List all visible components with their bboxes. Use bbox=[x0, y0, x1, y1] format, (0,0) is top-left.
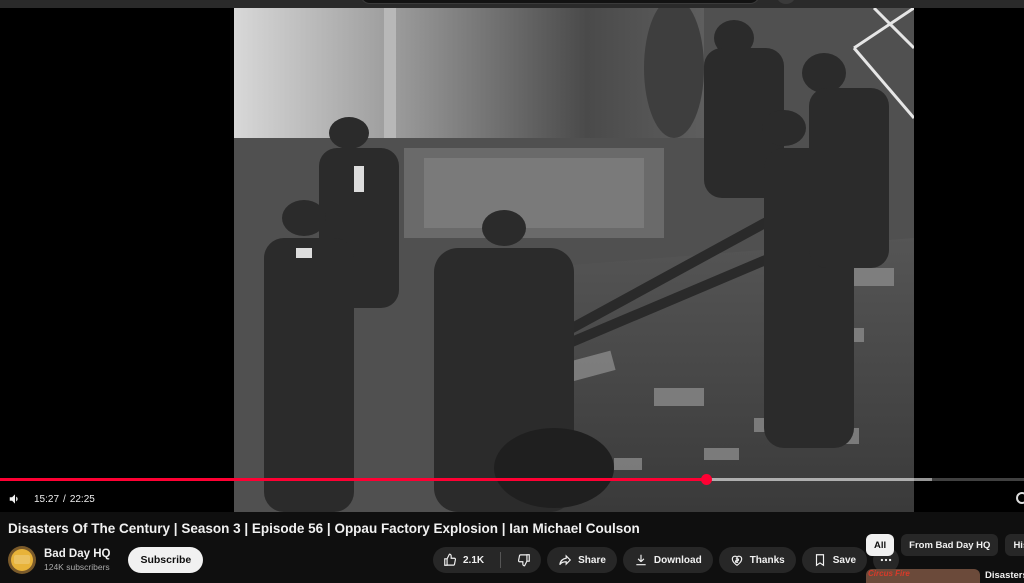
download-label: Download bbox=[653, 554, 702, 566]
scrubber-handle[interactable] bbox=[700, 474, 712, 485]
like-button[interactable]: 2.1K bbox=[433, 547, 494, 573]
subscribe-button[interactable]: Subscribe bbox=[128, 547, 204, 573]
share-button[interactable]: Share bbox=[547, 547, 617, 573]
voice-search-button[interactable] bbox=[776, 0, 796, 4]
chip-history[interactable]: Histo bbox=[1005, 534, 1024, 556]
search-box[interactable] bbox=[360, 0, 760, 4]
channel-name[interactable]: Bad Day HQ bbox=[44, 547, 110, 561]
duration: 22:25 bbox=[69, 493, 95, 505]
channel-meta: Bad Day HQ 124K subscribers bbox=[44, 547, 110, 573]
video-still-image bbox=[234, 8, 914, 512]
volume-icon[interactable] bbox=[4, 488, 26, 510]
thumbnail-text: Circus Fire bbox=[868, 569, 910, 578]
video-title: Disasters Of The Century | Season 3 | Ep… bbox=[8, 521, 640, 536]
video-frame[interactable] bbox=[234, 8, 914, 512]
like-dislike-group: 2.1K bbox=[433, 547, 542, 573]
progress-bar[interactable] bbox=[0, 474, 1024, 485]
save-label: Save bbox=[832, 554, 857, 566]
thumbs-down-icon bbox=[518, 554, 530, 567]
related-filter-chips: All From Bad Day HQ Histo bbox=[866, 534, 1024, 556]
like-divider bbox=[500, 552, 502, 568]
thanks-button[interactable]: Thanks bbox=[718, 547, 796, 573]
autoplay-toggle-icon[interactable] bbox=[1016, 492, 1024, 504]
thanks-label: Thanks bbox=[749, 554, 785, 566]
thanks-icon bbox=[731, 555, 742, 566]
dislike-button[interactable] bbox=[507, 547, 541, 573]
video-actions: 2.1K Share Download Thanks Save bbox=[433, 547, 900, 573]
masthead bbox=[0, 0, 1024, 8]
video-player[interactable]: 15:27 / 22:25 bbox=[0, 8, 1024, 512]
bookmark-icon bbox=[815, 554, 824, 567]
download-icon bbox=[636, 554, 646, 566]
subscriber-count: 124K subscribers bbox=[44, 562, 110, 572]
recommended-video-title[interactable]: Disasters bbox=[985, 570, 1024, 581]
download-button[interactable]: Download bbox=[622, 547, 713, 573]
like-count: 2.1K bbox=[463, 554, 485, 566]
progress-played bbox=[0, 478, 706, 481]
save-button[interactable]: Save bbox=[801, 547, 868, 573]
channel-avatar[interactable] bbox=[8, 546, 36, 574]
time-separator: / bbox=[63, 493, 66, 505]
player-controls: 15:27 / 22:25 bbox=[0, 486, 1024, 512]
recommended-video-thumbnail[interactable]: Circus Fire bbox=[866, 569, 980, 583]
chip-all[interactable]: All bbox=[866, 534, 895, 556]
share-icon bbox=[559, 554, 572, 566]
time-display: 15:27 / 22:25 bbox=[34, 494, 95, 505]
channel-owner: Bad Day HQ 124K subscribers Subscribe bbox=[8, 545, 204, 575]
thumbs-up-icon bbox=[444, 553, 457, 566]
share-label: Share bbox=[578, 554, 606, 566]
current-time: 15:27 bbox=[34, 493, 60, 505]
chip-from-channel[interactable]: From Bad Day HQ bbox=[901, 534, 999, 556]
